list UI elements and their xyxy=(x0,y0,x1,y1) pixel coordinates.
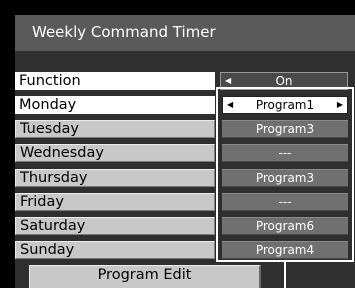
selection-connector-line xyxy=(284,262,286,288)
right-arrow-icon[interactable]: ▶ xyxy=(337,97,343,113)
sunday-program-value: Program4 xyxy=(255,243,315,257)
friday-label[interactable]: Friday xyxy=(15,193,215,211)
sunday-program-select[interactable]: Program4 xyxy=(222,241,348,259)
thursday-program-value: Program3 xyxy=(255,171,315,185)
monday-label[interactable]: Monday xyxy=(15,96,215,114)
tuesday-program-value: Program3 xyxy=(255,122,315,136)
friday-program-select[interactable]: --- xyxy=(222,193,348,211)
saturday-program-value: Program6 xyxy=(255,219,315,233)
wednesday-label[interactable]: Wednesday xyxy=(15,144,215,162)
sunday-label[interactable]: Sunday xyxy=(15,241,215,259)
wednesday-program-select[interactable]: --- xyxy=(222,144,348,162)
function-value-text: On xyxy=(275,74,293,88)
function-value[interactable]: ◀ On xyxy=(220,72,348,90)
program-edit-button[interactable]: Program Edit xyxy=(29,265,261,288)
left-arrow-icon[interactable]: ◀ xyxy=(225,73,231,89)
left-arrow-icon[interactable]: ◀ xyxy=(227,97,233,113)
saturday-program-select[interactable]: Program6 xyxy=(222,217,348,235)
wednesday-program-value: --- xyxy=(278,146,292,160)
monday-program-select[interactable]: ◀ Program1 ▶ xyxy=(222,96,348,114)
function-label[interactable]: Function xyxy=(15,72,215,90)
tuesday-label[interactable]: Tuesday xyxy=(15,120,215,138)
saturday-label[interactable]: Saturday xyxy=(15,217,215,235)
tuesday-program-select[interactable]: Program3 xyxy=(222,120,348,138)
thursday-program-select[interactable]: Program3 xyxy=(222,169,348,187)
monday-program-value: Program1 xyxy=(255,98,315,112)
friday-program-value: --- xyxy=(278,195,292,209)
title-bar: Weekly Command Timer xyxy=(15,15,355,51)
thursday-label[interactable]: Thursday xyxy=(15,169,215,187)
dialog-title: Weekly Command Timer xyxy=(32,23,216,41)
